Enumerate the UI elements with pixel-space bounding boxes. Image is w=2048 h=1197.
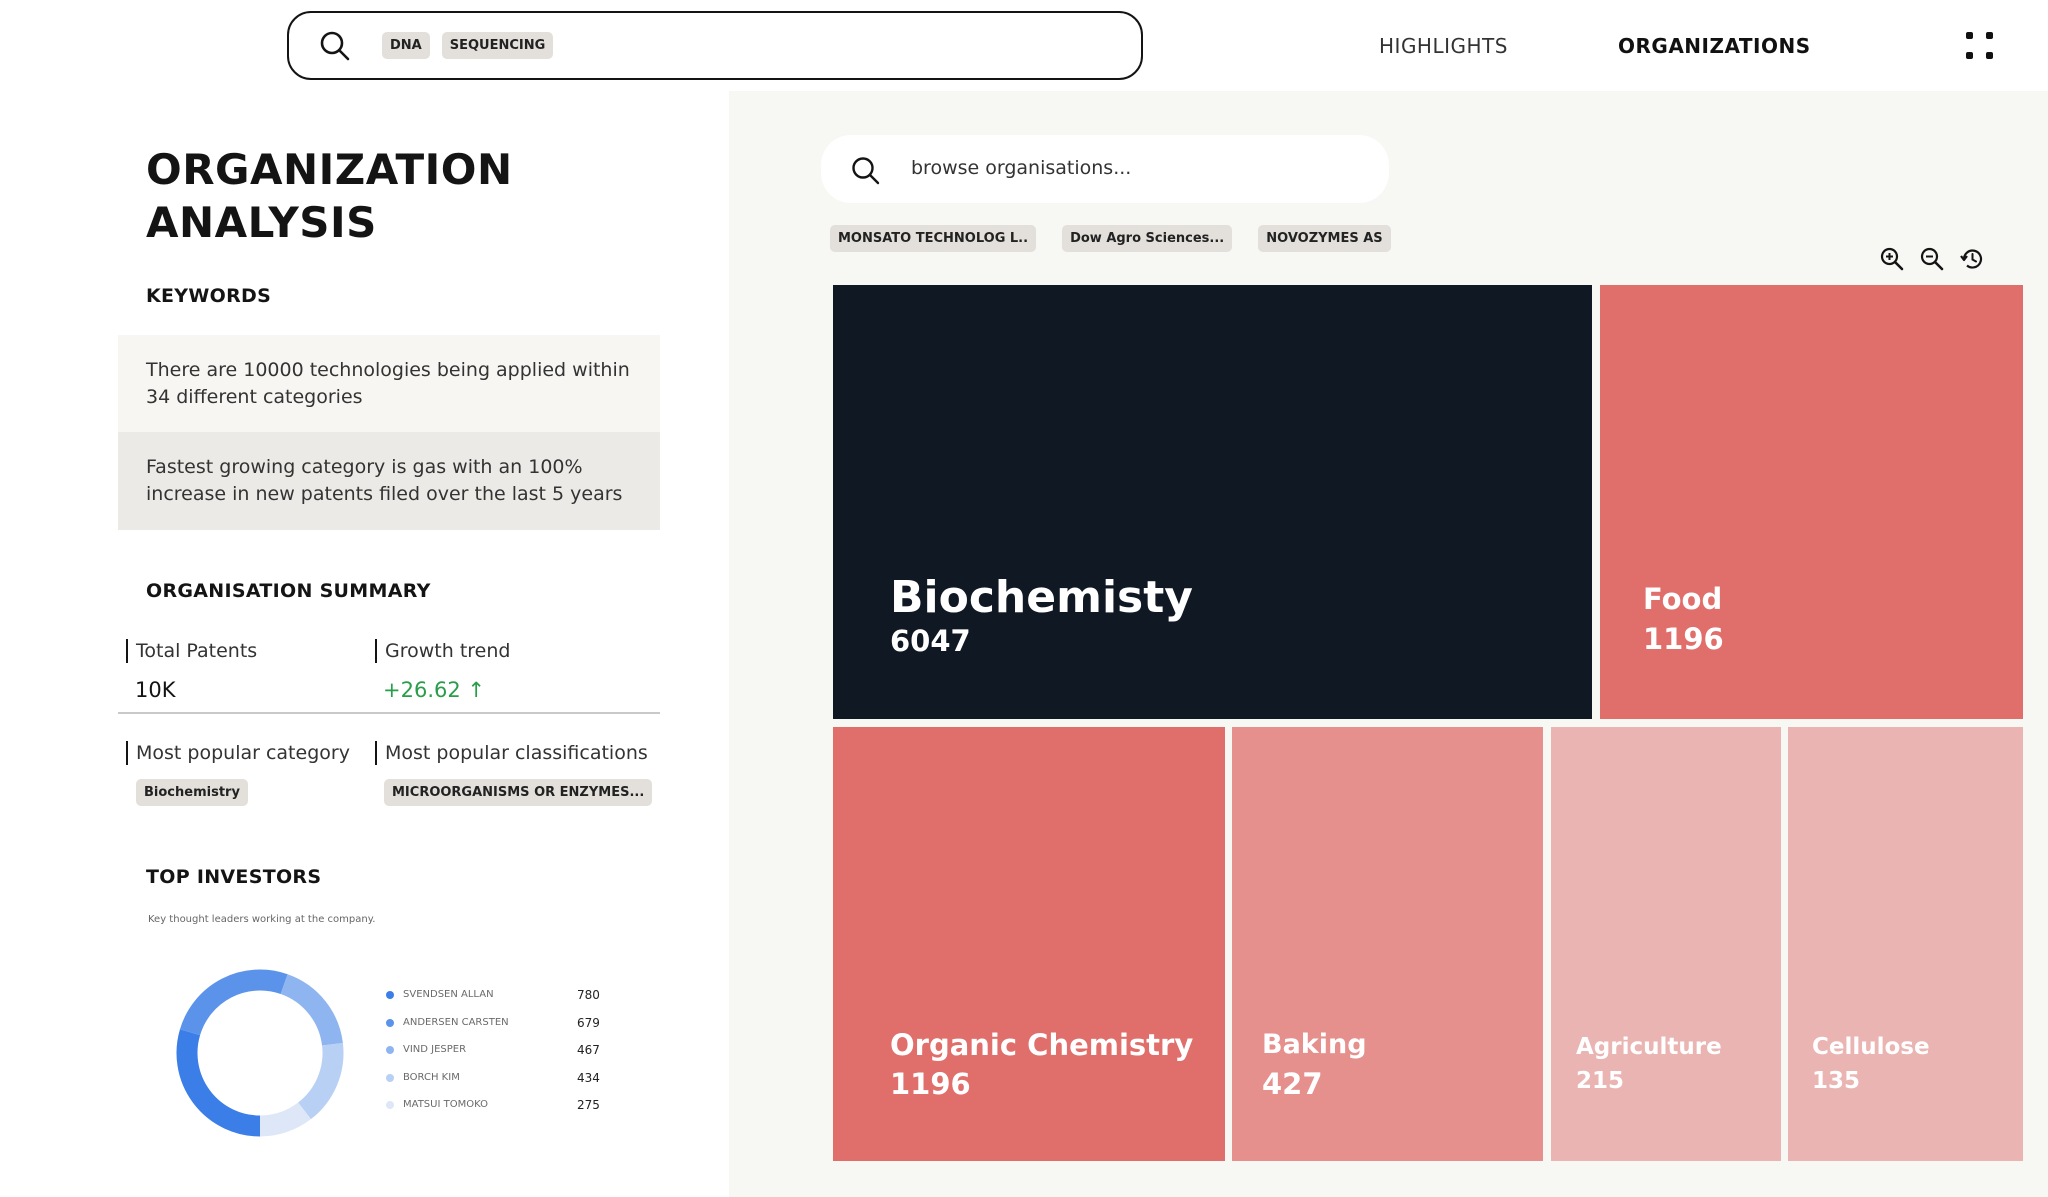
investor-legend-row: SVENDSEN ALLAN 780 bbox=[386, 988, 606, 1016]
tile-label: Food bbox=[1643, 582, 1723, 616]
investor-value: 679 bbox=[577, 1015, 600, 1030]
investors-heading: TOP INVESTORS bbox=[146, 866, 322, 888]
popular-classification-chip[interactable]: MICROORGANISMS OR ENZYMES... bbox=[384, 779, 653, 806]
search-icon bbox=[320, 31, 350, 61]
popular-classification-label: Most popular classifications bbox=[375, 741, 648, 765]
investor-name: SVENDSEN ALLAN bbox=[403, 989, 494, 1000]
tile-label: Cellulose bbox=[1812, 1034, 1930, 1060]
organisation-search-input[interactable]: browse organisations... bbox=[821, 135, 1389, 203]
search-tag-dna[interactable]: DNA bbox=[382, 32, 430, 59]
legend-dot bbox=[386, 1101, 394, 1109]
total-patents-value: 10K bbox=[135, 678, 176, 702]
investor-value: 467 bbox=[577, 1043, 600, 1057]
keywords-heading: KEYWORDS bbox=[146, 285, 272, 307]
popular-category-label: Most popular category bbox=[126, 741, 350, 765]
tile-label: Biochemisty bbox=[890, 572, 1193, 623]
nav-organizations[interactable]: ORGANIZATIONS bbox=[1618, 34, 1811, 58]
tile-label: Agriculture bbox=[1576, 1034, 1722, 1060]
tile-value: 427 bbox=[1262, 1067, 1323, 1101]
legend-dot bbox=[386, 1046, 394, 1054]
organisation-chip-list: MONSATO TECHNOLOG L.. Dow Agro Sciences.… bbox=[830, 225, 1391, 252]
page-title: ORGANIZATION ANALYSIS bbox=[146, 143, 566, 249]
total-patents-label: Total Patents bbox=[126, 639, 257, 663]
menu-grid-icon[interactable] bbox=[1966, 32, 1996, 62]
treemap-tile-baking[interactable]: Baking 427 bbox=[1232, 727, 1543, 1161]
growth-trend-label: Growth trend bbox=[375, 639, 510, 663]
donut-slice bbox=[176, 1029, 261, 1137]
investor-value: 780 bbox=[577, 988, 600, 1002]
page-title-line2: ANALYSIS bbox=[146, 198, 377, 247]
tile-value: 215 bbox=[1576, 1068, 1625, 1094]
investor-name: BORCH KIM bbox=[403, 1071, 460, 1083]
nav-highlights[interactable]: HIGHLIGHTS bbox=[1379, 34, 1508, 58]
investor-value: 275 bbox=[577, 1098, 600, 1112]
search-icon bbox=[852, 157, 880, 185]
treemap-tile-biochemistry[interactable]: Biochemisty 6047 bbox=[833, 285, 1592, 719]
search-tag-sequencing[interactable]: SEQUENCING bbox=[441, 32, 554, 59]
investor-name: VIND JESPER bbox=[403, 1044, 467, 1055]
treemap-tile-organic-chemistry[interactable]: Organic Chemistry 1196 bbox=[833, 727, 1225, 1161]
org-chip[interactable]: MONSATO TECHNOLOG L.. bbox=[830, 225, 1037, 252]
tile-label: Organic Chemistry bbox=[890, 1028, 1194, 1062]
investor-legend-row: MATSUI TOMOKO 275 bbox=[386, 1098, 606, 1126]
legend-dot bbox=[386, 1073, 394, 1082]
global-search-bar[interactable]: DNA SEQUENCING bbox=[287, 11, 1143, 80]
treemap-tile-agriculture[interactable]: Agriculture 215 bbox=[1551, 727, 1781, 1161]
tile-label: Baking bbox=[1262, 1029, 1367, 1060]
donut-slice bbox=[179, 969, 288, 1036]
summary-divider bbox=[118, 712, 660, 714]
tile-value: 135 bbox=[1812, 1068, 1861, 1094]
keyword-insight: Fastest growing category is gas with an … bbox=[118, 432, 660, 530]
investor-legend-row: VIND JESPER 467 bbox=[386, 1043, 606, 1071]
growth-trend-value: +26.62 ↑ bbox=[383, 678, 485, 702]
organisation-search-placeholder: browse organisations... bbox=[911, 157, 1132, 179]
zoom-in-icon[interactable] bbox=[1879, 246, 1905, 272]
donut-slice bbox=[259, 1102, 311, 1137]
tile-value: 1196 bbox=[1643, 622, 1724, 656]
history-icon[interactable] bbox=[1959, 246, 1985, 272]
investors-subtitle: Key thought leaders working at the compa… bbox=[148, 914, 376, 925]
zoom-out-icon[interactable] bbox=[1919, 246, 1945, 272]
investors-legend: SVENDSEN ALLAN 780 ANDERSEN CARSTEN 679 VIND… bbox=[386, 988, 606, 1126]
investors-donut-chart bbox=[176, 969, 344, 1137]
tile-value: 1196 bbox=[890, 1067, 971, 1101]
legend-dot bbox=[386, 991, 394, 999]
tile-value: 6047 bbox=[890, 624, 971, 658]
summary-heading: ORGANISATION SUMMARY bbox=[146, 580, 431, 602]
org-chip[interactable]: NOVOZYMES AS bbox=[1258, 225, 1391, 252]
investor-legend-row: ANDERSEN CARSTEN 679 bbox=[386, 1016, 606, 1044]
investor-name: MATSUI TOMOKO bbox=[403, 1099, 488, 1110]
investor-name: ANDERSEN CARSTEN bbox=[403, 1016, 509, 1028]
keyword-insight-text: Fastest growing category is gas with an … bbox=[146, 456, 623, 505]
investor-value: 434 bbox=[577, 1070, 600, 1085]
keyword-insight: There are 10000 technologies being appli… bbox=[118, 335, 660, 432]
legend-dot bbox=[386, 1018, 394, 1027]
keyword-insight-text: There are 10000 technologies being appli… bbox=[146, 358, 630, 408]
popular-category-chip[interactable]: Biochemistry bbox=[136, 779, 248, 806]
treemap-tile-food[interactable]: Food 1196 bbox=[1600, 285, 2023, 719]
investor-legend-row: BORCH KIM 434 bbox=[386, 1071, 606, 1099]
donut-slice bbox=[280, 974, 343, 1046]
treemap-tile-cellulose[interactable]: Cellulose 135 bbox=[1788, 727, 2023, 1161]
donut-slice bbox=[297, 1043, 344, 1120]
org-chip[interactable]: Dow Agro Sciences... bbox=[1062, 225, 1233, 252]
page-title-line1: ORGANIZATION bbox=[146, 145, 513, 194]
